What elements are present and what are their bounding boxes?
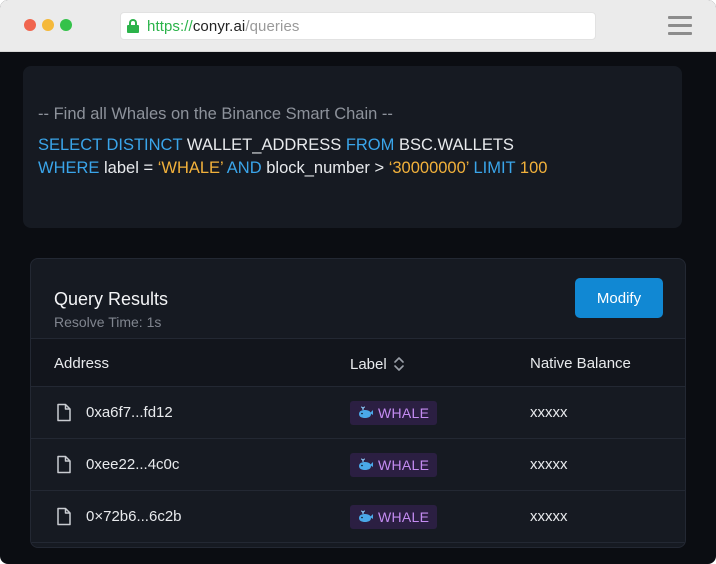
condition-block-number: block_number >	[266, 159, 385, 177]
label-text: WHALE	[378, 405, 430, 421]
label-badge: WHALE	[350, 453, 438, 477]
query-comment: -- Find all Whales on the Binance Smart …	[38, 105, 393, 123]
limit-value: 100	[519, 159, 548, 177]
url-host: conyr.ai	[192, 17, 246, 35]
table-row[interactable]: 0xa6f7...fd12 WHALE xxxxx	[31, 387, 685, 439]
string-block: ‘30000000’	[388, 159, 469, 177]
keyword-and: AND	[226, 159, 262, 177]
lock-icon	[127, 19, 139, 33]
table-name: BSC.WALLETS	[398, 136, 514, 154]
query-results-panel: Query Results Resolve Time: 1s Modify Ad…	[30, 258, 686, 548]
column-header-native-balance[interactable]: Native Balance	[530, 355, 631, 372]
table-row[interactable]: 0xee22...4c0c WHALE xxxxx	[31, 439, 685, 491]
keyword-limit: LIMIT	[473, 159, 516, 177]
label-badge: WHALE	[350, 505, 438, 529]
minimize-window-button[interactable]	[42, 19, 54, 31]
query-line-where: WHERE label = ‘WHALE’ AND block_number >…	[38, 159, 547, 178]
query-editor[interactable]: -- Find all Whales on the Binance Smart …	[23, 66, 682, 228]
url-path: /queries	[245, 17, 300, 35]
condition-label: label =	[104, 159, 154, 177]
keyword-select-distinct: SELECT DISTINCT	[38, 136, 183, 154]
wallet-address[interactable]: 0xee22...4c0c	[86, 456, 179, 473]
whale-icon	[358, 458, 374, 472]
label-text: WHALE	[378, 457, 430, 473]
whale-icon	[358, 406, 374, 420]
label-text: WHALE	[378, 509, 430, 525]
resolve-time: Resolve Time: 1s	[54, 314, 162, 330]
native-balance: xxxxx	[530, 404, 568, 421]
results-table-header: Address Label Native Balance	[31, 338, 685, 387]
wallet-address[interactable]: 0xa6f7...fd12	[86, 404, 173, 421]
file-icon	[56, 455, 72, 474]
native-balance: xxxxx	[530, 508, 568, 525]
string-whale: ‘WHALE’	[157, 159, 224, 177]
hamburger-menu-icon[interactable]	[668, 15, 692, 37]
column-header-label-text: Label	[350, 355, 387, 373]
file-icon	[56, 507, 72, 526]
column-header-address[interactable]: Address	[54, 355, 109, 372]
address-bar[interactable]: https://conyr.ai/queries	[120, 12, 596, 40]
native-balance: xxxxx	[530, 456, 568, 473]
modify-button[interactable]: Modify	[575, 278, 663, 318]
url-scheme: https://	[147, 17, 193, 35]
sort-icon[interactable]	[393, 355, 405, 373]
browser-chrome: https://conyr.ai/queries	[0, 0, 716, 52]
close-window-button[interactable]	[24, 19, 36, 31]
whale-icon	[358, 510, 374, 524]
table-row[interactable]: 0×72b6...6c2b WHALE xxxxx	[31, 491, 685, 543]
query-line-select: SELECT DISTINCT WALLET_ADDRESS FROM BSC.…	[38, 136, 514, 155]
keyword-from: FROM	[345, 136, 395, 154]
label-badge: WHALE	[350, 401, 438, 425]
column-name: WALLET_ADDRESS	[186, 136, 342, 154]
browser-window: https://conyr.ai/queries -- Find all Wha…	[0, 0, 716, 564]
maximize-window-button[interactable]	[60, 19, 72, 31]
results-title: Query Results	[54, 289, 169, 309]
file-icon	[56, 403, 72, 422]
wallet-address[interactable]: 0×72b6...6c2b	[86, 508, 182, 525]
keyword-where: WHERE	[38, 159, 100, 177]
column-header-label[interactable]: Label	[350, 355, 405, 373]
